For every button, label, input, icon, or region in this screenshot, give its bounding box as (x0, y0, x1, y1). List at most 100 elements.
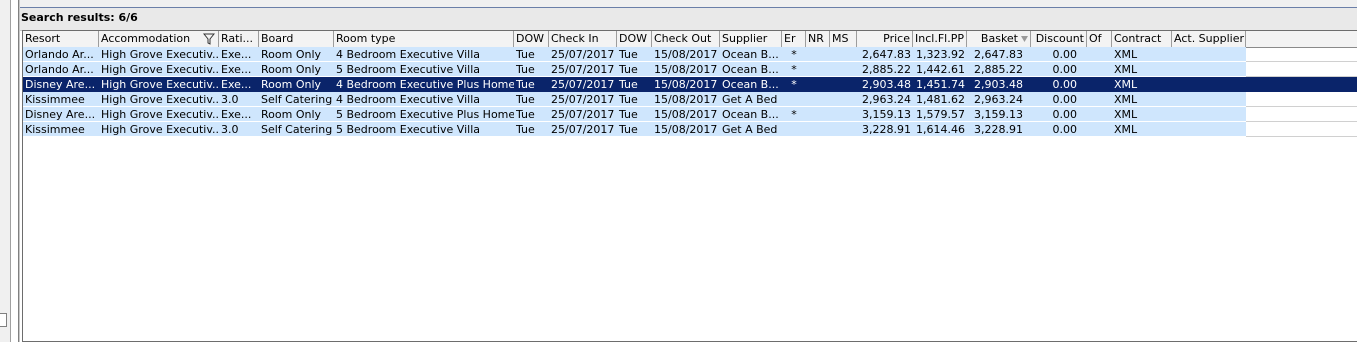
cell-accommodation: High Grove Executiv... (101, 48, 219, 61)
cell-accommodation: High Grove Executiv... (101, 93, 219, 106)
cell-ms (830, 122, 857, 137)
cell-act-supplier (1172, 77, 1246, 92)
cell-er: * (791, 108, 797, 121)
cell-resort: Disney Are... (25, 78, 96, 91)
cell-contract: XML (1114, 48, 1138, 61)
cell-check-in: 25/07/2017 (551, 93, 615, 106)
cell-rating: Exe... (221, 78, 252, 91)
cell-basket: 2,647.83 (974, 48, 1023, 61)
cell-basket: 2,885.22 (974, 63, 1023, 76)
cell-ms (830, 107, 857, 122)
cell-check-out: 15/08/2017 (654, 123, 718, 136)
cell-incl-fl-pp: 1,481.62 (916, 93, 965, 106)
cell-check-in: 25/07/2017 (551, 123, 615, 136)
cell-price: 3,159.13 (862, 108, 911, 121)
column-header-resort[interactable]: Resort (23, 31, 99, 47)
results-title-bar: Search results: 6/6 (20, 8, 1357, 31)
column-header-basket[interactable]: Basket (967, 31, 1031, 47)
grid-header: Resort Accommodation Rati... Board Room … (23, 31, 1357, 48)
column-header-contract[interactable]: Contract (1112, 31, 1172, 47)
cell-room-type: 5 Bedroom Executive Villa (336, 123, 480, 136)
cell-board: Self Catering (261, 93, 333, 106)
cell-dow-in: Tue (516, 123, 535, 136)
cell-dow-in: Tue (516, 78, 535, 91)
cell-dow-out: Tue (619, 63, 638, 76)
cell-er: * (791, 48, 797, 61)
column-header-incl-fl-pp[interactable]: Incl.Fl.PP (913, 31, 967, 47)
cell-rating: 3.0 (221, 123, 239, 136)
cell-room-type: 4 Bedroom Executive Villa (336, 48, 480, 61)
cell-check-in: 25/07/2017 (551, 63, 615, 76)
cell-dow-out: Tue (619, 93, 638, 106)
cell-resort: Orlando Ar... (25, 63, 94, 76)
panel-splitter[interactable] (18, 0, 20, 342)
column-header-er[interactable]: Er (782, 31, 806, 47)
cell-supplier: Ocean B... (722, 63, 779, 76)
cell-ms (830, 47, 857, 62)
cell-nr (806, 92, 830, 107)
column-header-discount[interactable]: Discount (1031, 31, 1087, 47)
cell-incl-fl-pp: 1,579.57 (916, 108, 965, 121)
column-header-supplier[interactable]: Supplier (720, 31, 782, 47)
cell-check-out: 15/08/2017 (654, 93, 718, 106)
column-header-check-out[interactable]: Check Out (652, 31, 720, 47)
column-header-check-in[interactable]: Check In (549, 31, 617, 47)
column-header-price[interactable]: Price (857, 31, 913, 47)
cell-supplier: Ocean B... (722, 78, 779, 91)
cell-resort: Kissimmee (25, 123, 85, 136)
cell-contract: XML (1114, 123, 1138, 136)
cell-supplier: Ocean B... (722, 108, 779, 121)
cell-dow-out: Tue (619, 108, 638, 121)
column-header-rating[interactable]: Rati... (219, 31, 259, 47)
cell-contract: XML (1114, 93, 1138, 106)
column-header-dow-in[interactable]: DOW (514, 31, 549, 47)
collapse-handle[interactable] (0, 313, 7, 327)
cell-check-in: 25/07/2017 (551, 108, 615, 121)
cell-check-out: 15/08/2017 (654, 108, 718, 121)
results-grid: Resort Accommodation Rati... Board Room … (22, 30, 1357, 342)
cell-act-supplier (1172, 92, 1246, 107)
cell-discount: 0.00 (1052, 48, 1078, 61)
row-gridline (1246, 121, 1357, 122)
cell-er: * (791, 78, 797, 91)
cell-dow-in: Tue (516, 108, 535, 121)
cell-check-out: 15/08/2017 (654, 48, 718, 61)
cell-contract: XML (1114, 108, 1138, 121)
cell-discount: 0.00 (1052, 78, 1078, 91)
cell-of (1087, 77, 1112, 92)
column-header-of[interactable]: Of (1087, 31, 1112, 47)
cell-price: 2,963.24 (862, 93, 911, 106)
cell-price: 2,647.83 (862, 48, 911, 61)
column-header-board[interactable]: Board (259, 31, 334, 47)
column-header-nr[interactable]: NR (806, 31, 830, 47)
cell-er (782, 92, 806, 107)
cell-dow-out: Tue (619, 48, 638, 61)
cell-price: 2,903.48 (862, 78, 911, 91)
left-panel-edge (0, 0, 11, 342)
cell-basket: 3,228.91 (974, 123, 1023, 136)
cell-board: Self Catering (261, 123, 333, 136)
column-header-act-supplier[interactable]: Act. Supplier (1172, 31, 1246, 47)
cell-contract: XML (1114, 63, 1138, 76)
cell-ms (830, 92, 857, 107)
cell-board: Room Only (261, 108, 322, 121)
row-gridline (1246, 136, 1357, 137)
cell-dow-in: Tue (516, 93, 535, 106)
cell-board: Room Only (261, 63, 322, 76)
column-header-dow-out[interactable]: DOW (617, 31, 652, 47)
cell-dow-out: Tue (619, 78, 638, 91)
cell-act-supplier (1172, 107, 1246, 122)
cell-ms (830, 62, 857, 77)
cell-of (1087, 92, 1112, 107)
cell-check-in: 25/07/2017 (551, 78, 615, 91)
column-header-room-type[interactable]: Room type (334, 31, 514, 47)
cell-of (1087, 122, 1112, 137)
cell-er (782, 122, 806, 137)
column-header-ms[interactable]: MS (830, 31, 857, 47)
column-header-accommodation[interactable]: Accommodation (99, 31, 219, 47)
cell-discount: 0.00 (1052, 123, 1078, 136)
filter-icon[interactable] (203, 33, 215, 45)
cell-incl-fl-pp: 1,442.61 (916, 63, 965, 76)
cell-price: 2,885.22 (862, 63, 911, 76)
cell-room-type: 4 Bedroom Executive Villa (336, 93, 480, 106)
